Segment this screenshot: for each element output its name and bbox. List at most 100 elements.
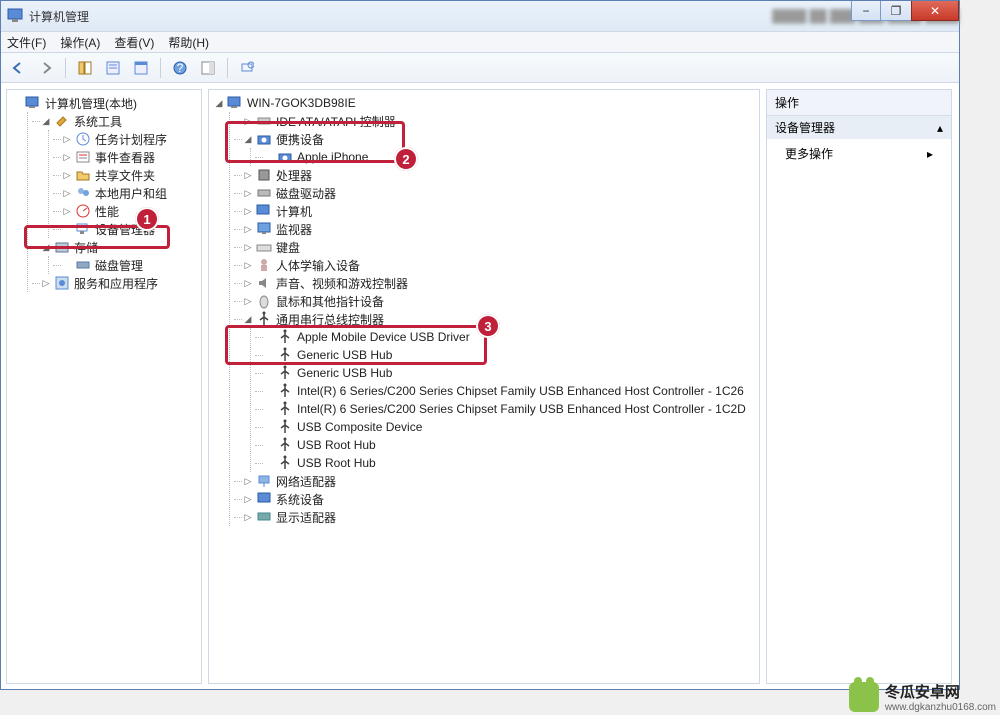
expand-icon[interactable]: ▷ [242, 223, 254, 235]
collapse-icon[interactable]: ◢ [40, 241, 52, 253]
expand-icon[interactable]: ▷ [242, 259, 254, 271]
annotation-badge-2: 2 [394, 147, 418, 171]
tree-local-users[interactable]: ▷本地用户和组 [53, 184, 197, 202]
expand-icon[interactable]: ▷ [61, 133, 73, 145]
toolbar-separator [160, 58, 161, 78]
cat-sound[interactable]: ▷声音、视频和游戏控制器 [234, 274, 755, 292]
collapse-icon[interactable]: ◢ [242, 133, 254, 145]
expand-icon[interactable]: ▷ [242, 115, 254, 127]
expand-icon[interactable]: ▷ [242, 277, 254, 289]
chevron-up-icon: ▴ [937, 121, 943, 135]
usb-device-item[interactable]: Generic USB Hub [255, 364, 755, 382]
cat-system-devices[interactable]: ▷系统设备 [234, 490, 755, 508]
collapse-icon[interactable]: ◢ [242, 313, 254, 325]
usb-device-item[interactable]: USB Root Hub [255, 454, 755, 472]
tree-disk-management[interactable]: 磁盘管理 [53, 256, 197, 274]
usb-icon [256, 311, 272, 327]
wrench-icon [54, 113, 70, 129]
export-list-button[interactable] [130, 57, 152, 79]
collapse-icon[interactable]: ◢ [40, 115, 52, 127]
usb-device-item[interactable]: Intel(R) 6 Series/C200 Series Chipset Fa… [255, 382, 755, 400]
action-pane-button[interactable] [197, 57, 219, 79]
expand-icon[interactable]: ▷ [242, 493, 254, 505]
expand-icon[interactable]: ▷ [40, 277, 52, 289]
actions-category[interactable]: 设备管理器 ▴ [767, 116, 951, 139]
help-button[interactable]: ? [169, 57, 191, 79]
collapse-icon[interactable]: ◢ [213, 97, 225, 109]
disk-icon [75, 257, 91, 273]
expand-icon[interactable]: ▷ [61, 205, 73, 217]
actions-header: 操作 [767, 90, 951, 116]
folder-shared-icon [75, 167, 91, 183]
watermark: 冬瓜安卓网 www.dgkanzhu0168.com [849, 681, 996, 713]
device-root[interactable]: ◢WIN-7GOK3DB98IE [213, 94, 755, 112]
tree-event-viewer[interactable]: ▷事件查看器 [53, 148, 197, 166]
menu-file[interactable]: 文件(F) [7, 34, 46, 51]
expand-icon[interactable]: ▷ [61, 151, 73, 163]
titlebar[interactable]: 计算机管理 ████ ██ ███ ███ ████ ████ − ❐ ✕ [1, 1, 959, 31]
expand-icon[interactable]: ▷ [242, 187, 254, 199]
actions-more[interactable]: 更多操作 ▸ [767, 139, 951, 168]
cat-disk-drives[interactable]: ▷磁盘驱动器 [234, 184, 755, 202]
camera-icon [256, 131, 272, 147]
nav-back-button[interactable] [7, 57, 29, 79]
usb-device-item[interactable]: USB Composite Device [255, 418, 755, 436]
usb-device-item[interactable]: USB Root Hub [255, 436, 755, 454]
close-button[interactable]: ✕ [911, 1, 959, 21]
tree-storage[interactable]: ◢存储 [32, 238, 197, 256]
menu-action[interactable]: 操作(A) [60, 34, 100, 51]
menu-help[interactable]: 帮助(H) [168, 34, 209, 51]
tree-shared-folders[interactable]: ▷共享文件夹 [53, 166, 197, 184]
usb-device-item[interactable]: Intel(R) 6 Series/C200 Series Chipset Fa… [255, 400, 755, 418]
expand-icon[interactable]: ▷ [242, 511, 254, 523]
tree-system-tools[interactable]: ◢ 系统工具 [32, 112, 197, 130]
cat-processors[interactable]: ▷处理器 [234, 166, 755, 184]
device-apple-iphone[interactable]: Apple iPhone [255, 148, 755, 166]
tree-performance[interactable]: ▷性能 [53, 202, 197, 220]
usb-icon [277, 383, 293, 399]
usb-device-item[interactable]: Generic USB Hub [255, 346, 755, 364]
perf-icon [75, 203, 91, 219]
toolbar-separator [65, 58, 66, 78]
chevron-right-icon: ▸ [927, 147, 933, 161]
cat-monitors[interactable]: ▷监视器 [234, 220, 755, 238]
menu-view[interactable]: 查看(V) [114, 34, 154, 51]
show-hide-tree-button[interactable] [74, 57, 96, 79]
usb-icon [277, 347, 293, 363]
tree-device-manager[interactable]: 设备管理器 [53, 220, 197, 238]
properties-button[interactable] [102, 57, 124, 79]
usb-icon [277, 329, 293, 345]
tree-root[interactable]: 计算机管理(本地) [11, 94, 197, 112]
collapse-icon[interactable] [11, 97, 23, 109]
cat-display-adapters[interactable]: ▷显示适配器 [234, 508, 755, 526]
device-tree-pane: ◢WIN-7GOK3DB98IE ▷IDE ATA/ATAPI 控制器 ◢便携设… [208, 89, 760, 684]
cat-mouse[interactable]: ▷鼠标和其他指针设备 [234, 292, 755, 310]
annotation-badge-3: 3 [476, 314, 500, 338]
svg-text:?: ? [177, 61, 184, 75]
usb-device-item[interactable]: Apple Mobile Device USB Driver [255, 328, 755, 346]
maximize-button[interactable]: ❐ [881, 1, 911, 21]
cat-computer[interactable]: ▷计算机 [234, 202, 755, 220]
cat-keyboards[interactable]: ▷键盘 [234, 238, 755, 256]
computer-icon [256, 203, 272, 219]
expand-icon[interactable]: ▷ [61, 187, 73, 199]
refresh-button[interactable] [236, 57, 258, 79]
expand-icon[interactable]: ▷ [61, 169, 73, 181]
expand-icon[interactable]: ▷ [242, 241, 254, 253]
expand-icon[interactable]: ▷ [242, 295, 254, 307]
cat-ide[interactable]: ▷IDE ATA/ATAPI 控制器 [234, 112, 755, 130]
nav-forward-button[interactable] [35, 57, 57, 79]
cpu-icon [256, 167, 272, 183]
expand-icon[interactable]: ▷ [242, 205, 254, 217]
minimize-button[interactable]: − [851, 1, 881, 21]
hdd-icon [256, 185, 272, 201]
cat-hid[interactable]: ▷人体学输入设备 [234, 256, 755, 274]
cat-network-adapters[interactable]: ▷网络适配器 [234, 472, 755, 490]
tree-services-apps[interactable]: ▷服务和应用程序 [32, 274, 197, 292]
expand-icon[interactable]: ▷ [242, 475, 254, 487]
expand-icon[interactable]: ▷ [242, 169, 254, 181]
toolbar-separator [227, 58, 228, 78]
tree-task-scheduler[interactable]: ▷任务计划程序 [53, 130, 197, 148]
hid-icon [256, 257, 272, 273]
cat-portable-devices[interactable]: ◢便携设备 [234, 130, 755, 148]
